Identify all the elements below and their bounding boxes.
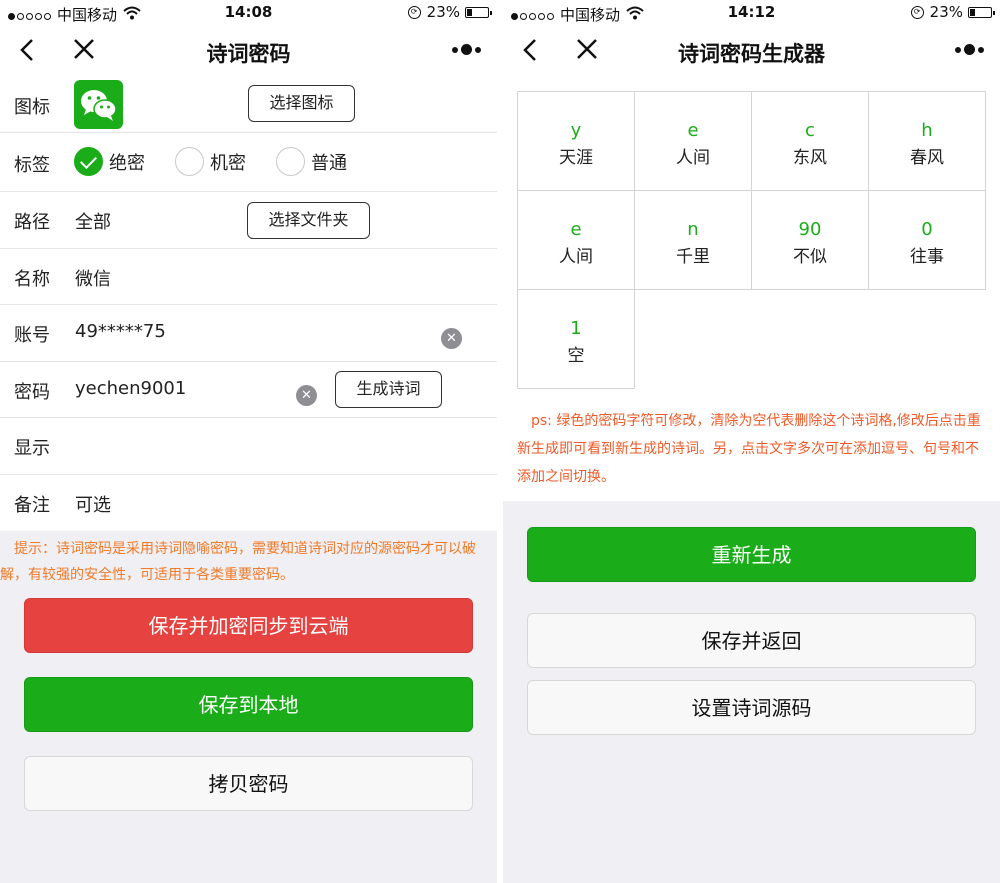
left-screen: 中国移动 14:08 ⟳ 23% 诗词密码 图标 选择图标 标签 绝密 机密 普… [0,0,497,883]
path-value: 全部 [75,212,111,233]
battery-area: ⟳ 23% [910,3,995,21]
row-account[interactable]: 账号 49*****75 ✕ [0,305,497,362]
battery-icon [968,6,995,18]
copy-password-button[interactable]: 拷贝密码 [24,756,473,811]
poem-cell[interactable]: 1空 [517,289,635,389]
path-label: 路径 [14,212,50,233]
save-cloud-button[interactable]: 保存并加密同步到云端 [24,598,473,653]
tag-option-secret[interactable]: 机密 [175,147,246,176]
row-tag: 标签 绝密 机密 普通 [0,133,497,192]
row-icon: 图标 选择图标 [0,76,497,133]
radio-circle-icon [276,147,305,176]
row-name[interactable]: 名称 微信 [0,249,497,305]
code-char[interactable]: 1 [518,318,634,339]
rotation-lock-icon: ⟳ [910,5,924,19]
nav-bar: 诗词密码生成器 [503,26,1000,76]
account-label: 账号 [14,325,50,346]
code-char[interactable]: n [635,219,751,240]
poem-cell[interactable]: e 人间 [634,91,752,191]
code-char[interactable]: 0 [869,219,985,240]
code-char[interactable]: h [869,120,985,141]
row-display: 显示 [0,418,497,475]
poem-word[interactable]: 人间 [635,143,751,168]
display-label: 显示 [14,438,50,459]
icon-label: 图标 [14,97,50,118]
battery-percent: 23% [929,3,963,21]
nav-bar: 诗词密码 [0,26,497,76]
radio-circle-icon [175,147,204,176]
page-title: 诗词密码生成器 [678,42,825,66]
poem-word[interactable]: 东风 [752,143,868,168]
account-input[interactable]: 49*****75 [75,321,166,342]
password-label: 密码 [14,382,50,403]
regenerate-button[interactable]: 重新生成 [527,527,976,582]
poem-cell[interactable]: c 东风 [751,91,869,191]
rotation-lock-icon: ⟳ [407,5,421,19]
tag-label: 标签 [14,155,50,176]
right-screen: 中国移动 14:12 ⟳ 23% 诗词密码生成器 y 天涯 e 人间 c 东风 h 春风 [503,0,1000,883]
note-label: 备注 [14,495,50,516]
code-char[interactable]: 90 [752,219,868,240]
poem-word[interactable]: 不似 [752,242,868,267]
note-input[interactable]: 可选 [75,491,111,517]
more-icon[interactable] [449,44,481,55]
poem-word[interactable]: 千里 [635,242,751,267]
poem-cell[interactable]: y 天涯 [517,91,635,191]
hint-text: 提示：诗词密码是采用诗词隐喻密码，需要知道诗词对应的源密码才可以破解，有较强的安… [0,541,476,583]
more-icon[interactable] [952,44,984,55]
wechat-app-icon [74,80,123,129]
checkmark-icon [74,147,103,176]
status-bar: 中国移动 14:12 ⟳ 23% [503,0,1000,26]
save-local-button[interactable]: 保存到本地 [24,677,473,732]
status-bar: 中国移动 14:08 ⟳ 23% [0,0,497,26]
generate-poem-button[interactable]: 生成诗词 [335,371,442,408]
battery-icon [465,6,492,18]
row-password[interactable]: 密码 yechen9001 ✕ 生成诗词 [0,362,497,418]
save-return-button[interactable]: 保存并返回 [527,613,976,668]
poem-word[interactable]: 春风 [869,143,985,168]
battery-area: ⟳ 23% [407,3,492,21]
row-note[interactable]: 备注 可选 [0,475,497,531]
poem-word[interactable]: 往事 [869,242,985,267]
row-path: 路径 全部 选择文件夹 [0,192,497,249]
code-char[interactable]: c [752,120,868,141]
poem-generator-panel: y 天涯 e 人间 c 东风 h 春风 e 人间 n 千里 90 不似 0 往事 1空 ps: … [503,76,1000,501]
set-source-button[interactable]: 设置诗词源码 [527,680,976,735]
poem-cell[interactable]: h 春风 [868,91,986,191]
code-char[interactable]: e [518,219,634,240]
poem-cell[interactable]: n 千里 [634,190,752,290]
poem-word[interactable]: 人间 [518,242,634,267]
tag-option-label: 绝密 [109,152,145,174]
poem-word[interactable]: 空 [518,341,634,366]
choose-icon-button[interactable]: 选择图标 [248,85,355,122]
code-char[interactable]: y [518,120,634,141]
clear-input-icon[interactable]: ✕ [296,385,317,406]
name-input[interactable]: 微信 [75,265,111,291]
tag-option-normal[interactable]: 普通 [276,147,347,176]
code-char[interactable]: e [635,120,751,141]
poem-cell[interactable]: 90 不似 [751,190,869,290]
poem-cell[interactable]: 0 往事 [868,190,986,290]
clear-input-icon[interactable]: ✕ [441,328,462,349]
password-input[interactable]: yechen9001 [75,378,186,399]
choose-folder-button[interactable]: 选择文件夹 [247,202,370,239]
poem-word[interactable]: 天涯 [518,143,634,168]
usage-note: ps: 绿色的密码字符可修改，清除为空代表删除这个诗词格,修改后点击重新生成即可… [517,413,981,485]
tag-option-top-secret[interactable]: 绝密 [74,147,145,176]
password-form: 图标 选择图标 标签 绝密 机密 普通 路径 全部 选择文件夹 名称 微信 账号… [0,76,497,531]
name-label: 名称 [14,269,50,290]
tag-option-label: 机密 [210,152,246,174]
poem-cell[interactable]: e 人间 [517,190,635,290]
tag-option-label: 普通 [311,152,347,174]
page-title: 诗词密码 [206,42,291,66]
battery-percent: 23% [426,3,460,21]
